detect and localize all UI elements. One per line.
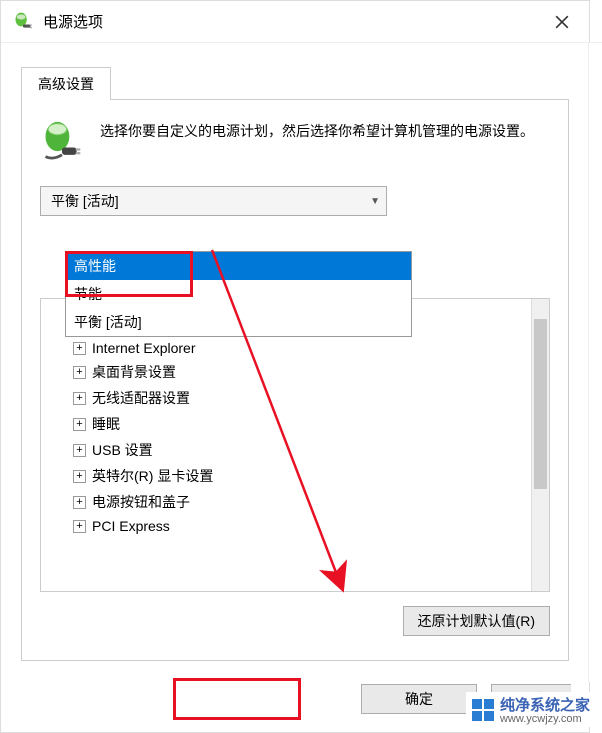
- dropdown-item-high-performance[interactable]: 高性能: [66, 252, 411, 280]
- tree-item-label: Internet Explorer: [92, 340, 196, 356]
- tree-item[interactable]: + 桌面背景设置: [45, 359, 545, 385]
- tree-item[interactable]: + 无线适配器设置: [45, 385, 545, 411]
- titlebar: 电源选项: [1, 1, 589, 43]
- tree-item-label: 无线适配器设置: [92, 388, 190, 408]
- select-value: 平衡 [活动]: [51, 191, 370, 211]
- tab-panel: 选择你要自定义的电源计划，然后选择你希望计算机管理的电源设置。 平衡 [活动] …: [21, 99, 569, 661]
- expand-icon[interactable]: +: [73, 392, 86, 405]
- annotation-highlight-ok: [173, 678, 301, 720]
- watermark-url: www.ycwjzy.com: [500, 713, 590, 725]
- battery-plug-icon: [40, 120, 84, 164]
- power-plan-select[interactable]: 平衡 [活动] ▼: [40, 186, 387, 216]
- expand-icon[interactable]: +: [73, 366, 86, 379]
- ok-button[interactable]: 确定: [361, 684, 477, 714]
- tree-item[interactable]: + 睡眠: [45, 411, 545, 437]
- battery-plug-icon: [13, 12, 33, 32]
- tab-advanced-settings[interactable]: 高级设置: [21, 67, 111, 100]
- tree-item[interactable]: + PCI Express: [45, 515, 545, 537]
- intro-section: 选择你要自定义的电源计划，然后选择你希望计算机管理的电源设置。: [40, 120, 550, 164]
- tree-item-label: 桌面背景设置: [92, 362, 176, 382]
- expand-icon[interactable]: +: [73, 470, 86, 483]
- expand-icon[interactable]: +: [73, 520, 86, 533]
- window-title: 电源选项: [43, 11, 539, 32]
- tree-item-label: 电源按钮和盖子: [92, 492, 190, 512]
- intro-text: 选择你要自定义的电源计划，然后选择你希望计算机管理的电源设置。: [100, 120, 534, 164]
- tree-item-label: USB 设置: [92, 440, 153, 460]
- chevron-down-icon: ▼: [370, 196, 380, 207]
- tree-item-label: 英特尔(R) 显卡设置: [92, 466, 213, 486]
- tree-item-label: 睡眠: [92, 414, 120, 434]
- dropdown-item-power-saver[interactable]: 节能: [66, 280, 411, 308]
- watermark: 纯净系统之家 www.ycwjzy.com: [466, 692, 596, 727]
- tree-scrollbar[interactable]: [531, 299, 549, 591]
- watermark-logo-icon: [472, 699, 494, 721]
- close-icon: [555, 15, 569, 29]
- power-plan-dropdown: 高性能 节能 平衡 [活动]: [65, 251, 412, 337]
- expand-icon[interactable]: +: [73, 418, 86, 431]
- close-button[interactable]: [539, 1, 585, 43]
- background-window-strip: [588, 42, 602, 682]
- restore-defaults-button[interactable]: 还原计划默认值(R): [403, 606, 550, 636]
- tree-item-label: PCI Express: [92, 518, 170, 534]
- dropdown-item-balanced[interactable]: 平衡 [活动]: [66, 308, 411, 336]
- tab-strip: 高级设置 选择你要自定义的电源计划，然后选择你希望计算机管理的电源设置。: [1, 43, 589, 661]
- expand-icon[interactable]: +: [73, 496, 86, 509]
- tree-item[interactable]: + Internet Explorer: [45, 337, 545, 359]
- tree-item[interactable]: + USB 设置: [45, 437, 545, 463]
- settings-tree: 设置(分钟): ▲ ▼ +Internet Explorer+桌面背景设置+无线…: [40, 298, 550, 592]
- power-options-dialog: 电源选项 高级设置: [0, 0, 590, 733]
- tree-item[interactable]: + 电源按钮和盖子: [45, 489, 545, 515]
- expand-icon[interactable]: +: [73, 444, 86, 457]
- watermark-title: 纯净系统之家: [500, 697, 590, 714]
- tree-item[interactable]: + 英特尔(R) 显卡设置: [45, 463, 545, 489]
- expand-icon[interactable]: +: [73, 342, 86, 355]
- scrollbar-thumb[interactable]: [534, 319, 547, 489]
